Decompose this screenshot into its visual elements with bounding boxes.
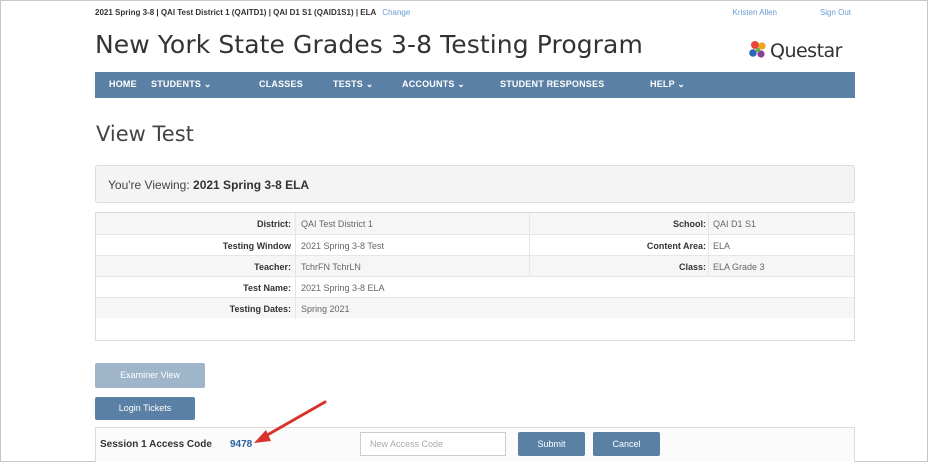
access-code-row: Session 1 Access Code 9478 Submit Cancel xyxy=(95,427,855,462)
column-divider xyxy=(295,213,296,234)
login-tickets-button[interactable]: Login Tickets xyxy=(95,397,195,420)
content-area-label: Content Area: xyxy=(646,241,706,251)
district-value: QAI Test District 1 xyxy=(301,219,373,229)
viewing-panel: You're Viewing: 2021 Spring 3-8 ELA xyxy=(95,165,855,203)
nav-item-student-responses[interactable]: STUDENT RESPONSES xyxy=(500,79,604,89)
test-name-value: 2021 Spring 3-8 ELA xyxy=(301,283,385,293)
sign-out-link[interactable]: Sign Out xyxy=(820,8,851,17)
context-bar: 2021 Spring 3-8 | QAI Test District 1 (Q… xyxy=(95,6,855,24)
viewing-text: You're Viewing: 2021 Spring 3-8 ELA xyxy=(108,178,309,192)
nav-item-accounts[interactable]: ACCOUNTS ⌄ xyxy=(402,79,465,90)
submit-button[interactable]: Submit xyxy=(518,432,585,456)
class-value: ELA Grade 3 xyxy=(713,262,765,272)
school-label: School: xyxy=(673,219,706,229)
teacher-value: TchrFN TchrLN xyxy=(301,262,361,272)
test-name-label: Test Name: xyxy=(243,283,291,293)
viewing-label: You're Viewing: xyxy=(108,178,190,192)
nav-item-help[interactable]: HELP ⌄ xyxy=(650,79,685,90)
column-divider xyxy=(295,298,296,319)
teacher-label: Teacher: xyxy=(254,262,291,272)
questar-logo-icon xyxy=(749,41,766,58)
nav-item-home[interactable]: HOME xyxy=(109,79,137,89)
column-divider xyxy=(529,213,530,234)
details-row: Teacher: TchrFN TchrLN Class: ELA Grade … xyxy=(96,255,854,277)
column-divider xyxy=(295,235,296,256)
user-name-link[interactable]: Kristen Allen xyxy=(733,8,777,17)
details-row: Test Name: 2021 Spring 3-8 ELA xyxy=(96,276,854,298)
content-area-value: ELA xyxy=(713,241,731,251)
district-label: District: xyxy=(256,219,291,229)
column-divider xyxy=(708,256,709,277)
access-code-label: Session 1 Access Code xyxy=(100,439,212,450)
change-link[interactable]: Change xyxy=(382,8,410,17)
access-code-value: 9478 xyxy=(230,439,253,450)
cancel-button[interactable]: Cancel xyxy=(593,432,660,456)
school-value: QAI D1 S1 xyxy=(713,219,757,229)
context-text: 2021 Spring 3-8 | QAI Test District 1 (Q… xyxy=(95,8,410,17)
questar-logo-text: Questar xyxy=(770,40,843,62)
app-title: New York State Grades 3-8 Testing Progra… xyxy=(95,30,643,59)
class-label: Class: xyxy=(678,262,706,272)
details-row: District: QAI Test District 1 School: QA… xyxy=(96,213,854,234)
column-divider xyxy=(295,277,296,298)
test-details-table: District: QAI Test District 1 School: QA… xyxy=(95,212,855,341)
nav-item-classes[interactable]: CLASSES xyxy=(259,79,303,89)
column-divider xyxy=(295,256,296,277)
nav-item-students[interactable]: STUDENTS ⌄ xyxy=(151,79,212,90)
testing-dates-label: Testing Dates: xyxy=(229,304,291,314)
column-divider xyxy=(529,235,530,256)
testing-window-label: Testing Window xyxy=(222,241,291,251)
testing-dates-value: Spring 2021 xyxy=(301,304,350,314)
page-title: View Test xyxy=(96,122,194,146)
testing-window-value: 2021 Spring 3-8 Test xyxy=(301,241,384,251)
new-access-code-input[interactable] xyxy=(360,432,506,456)
details-row: Testing Window 2021 Spring 3-8 Test Cont… xyxy=(96,234,854,256)
context-label: 2021 Spring 3-8 | QAI Test District 1 (Q… xyxy=(95,8,377,17)
column-divider xyxy=(708,235,709,256)
examiner-view-button[interactable]: Examiner View xyxy=(95,363,205,388)
questar-logo: Questar xyxy=(748,38,858,66)
nav-item-tests[interactable]: TESTS ⌄ xyxy=(333,79,373,90)
column-divider xyxy=(529,256,530,277)
viewing-value: 2021 Spring 3-8 ELA xyxy=(193,178,310,192)
column-divider xyxy=(708,213,709,234)
details-row: Testing Dates: Spring 2021 xyxy=(96,297,854,319)
main-nav: HOME STUDENTS ⌄ CLASSES TESTS ⌄ ACCOUNTS… xyxy=(95,72,855,98)
